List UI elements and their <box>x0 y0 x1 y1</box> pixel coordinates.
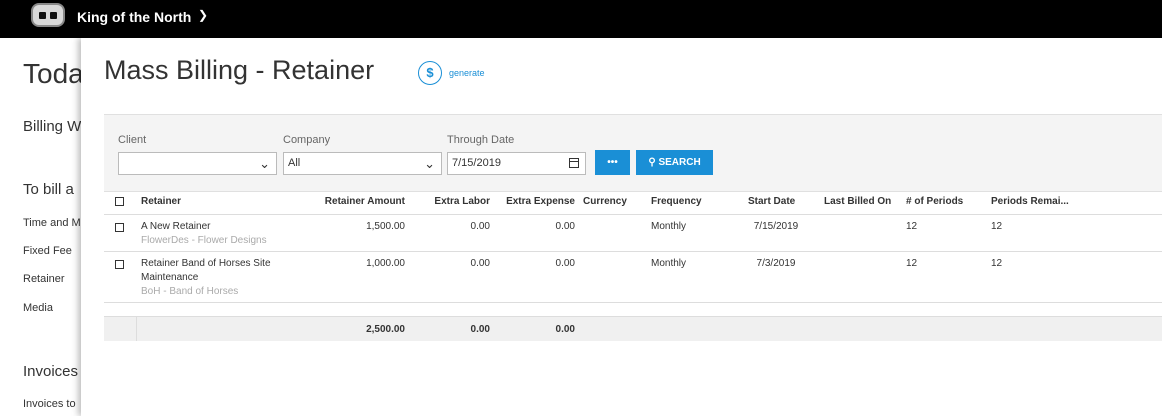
col-start-date[interactable]: Start Date <box>748 196 795 207</box>
col-retainer[interactable]: Retainer <box>141 196 181 207</box>
retainer-name[interactable]: A New Retainer <box>141 221 210 232</box>
filter-bar: Client ⌄ Company All ⌄ Through Date 7/15… <box>104 114 1162 192</box>
through-date-value: 7/15/2019 <box>452 157 501 169</box>
dollar-icon[interactable]: $ <box>418 61 442 85</box>
robot-logo-icon[interactable] <box>31 3 65 27</box>
periods-remaining: 12 <box>991 221 1003 232</box>
page-title: Mass Billing - Retainer <box>104 55 375 85</box>
company-select[interactable]: All ⌄ <box>283 152 442 175</box>
client-label: Client <box>118 134 147 146</box>
total-expense: 0.00 <box>555 324 575 335</box>
calendar-icon[interactable] <box>569 158 579 168</box>
periods: 12 <box>906 258 918 269</box>
search-label: SEARCH <box>658 157 701 168</box>
generate-link[interactable]: generate <box>449 68 485 78</box>
background-title: Toda <box>23 58 84 89</box>
col-extra-expense[interactable]: Extra Expense <box>495 196 575 207</box>
more-button[interactable]: ••• <box>595 150 630 175</box>
retainer-client: BoH - Band of Horses <box>141 286 239 297</box>
col-frequency[interactable]: Frequency <box>651 196 702 207</box>
chevron-down-icon[interactable]: ❯ <box>198 8 208 22</box>
company-label: Company <box>283 134 331 146</box>
total-labor: 0.00 <box>470 324 490 335</box>
col-periods[interactable]: # of Periods <box>906 196 963 207</box>
extra-labor: 0.00 <box>470 221 490 232</box>
invoices-to-link[interactable]: Invoices to <box>23 398 76 410</box>
link-media[interactable]: Media <box>23 302 53 314</box>
row-checkbox[interactable] <box>115 260 124 269</box>
totals-row: 2,500.00 0.00 0.00 <box>104 316 1162 341</box>
chevron-down-icon: ⌄ <box>424 156 435 171</box>
top-bar: King of the North ❯ <box>0 0 1162 38</box>
table-row[interactable]: Retainer Band of Horses Site Maintenance… <box>104 251 1162 303</box>
chevron-down-icon: ⌄ <box>259 156 270 171</box>
link-time-materials[interactable]: Time and M <box>23 217 81 229</box>
retainer-amount: 1,000.00 <box>366 258 405 269</box>
retainer-name-cont[interactable]: Maintenance <box>141 272 198 283</box>
col-currency[interactable]: Currency <box>583 196 627 207</box>
extra-expense: 0.00 <box>555 258 575 269</box>
billing-heading: Billing W <box>23 118 82 135</box>
search-button[interactable]: ⚲ SEARCH <box>636 150 713 175</box>
table-header: Retainer Retainer Amount Extra Labor Ext… <box>104 190 1162 215</box>
col-periods-remaining[interactable]: Periods Remai... <box>991 196 1069 207</box>
table-row[interactable]: A New Retainer FlowerDes - Flower Design… <box>104 214 1162 252</box>
periods: 12 <box>906 221 918 232</box>
start-date: 7/15/2019 <box>753 221 799 232</box>
col-retainer-amount[interactable]: Retainer Amount <box>274 196 405 207</box>
org-name[interactable]: King of the North <box>77 9 191 25</box>
link-fixed-fee[interactable]: Fixed Fee <box>23 245 72 257</box>
retainer-amount: 1,500.00 <box>366 221 405 232</box>
extra-expense: 0.00 <box>555 221 575 232</box>
retainer-name[interactable]: Retainer Band of Horses Site <box>141 258 271 269</box>
mass-billing-panel: Mass Billing - Retainer $ generate Clien… <box>81 38 1162 416</box>
col-extra-labor[interactable]: Extra Labor <box>410 196 490 207</box>
select-all-checkbox[interactable] <box>115 197 124 206</box>
extra-labor: 0.00 <box>470 258 490 269</box>
company-value: All <box>288 157 301 169</box>
client-select[interactable]: ⌄ <box>118 152 277 175</box>
link-retainer[interactable]: Retainer <box>23 273 65 285</box>
to-bill-heading: To bill a <box>23 181 74 198</box>
start-date: 7/3/2019 <box>756 258 796 269</box>
through-date-label: Through Date <box>447 134 515 146</box>
frequency: Monthly <box>651 221 687 232</box>
frequency: Monthly <box>651 258 687 269</box>
search-icon: ⚲ <box>648 157 656 168</box>
invoices-heading: Invoices <box>23 363 79 380</box>
row-checkbox[interactable] <box>115 223 124 232</box>
retainer-client: FlowerDes - Flower Designs <box>141 235 267 246</box>
total-amount: 2,500.00 <box>366 324 405 335</box>
periods-remaining: 12 <box>991 258 1003 269</box>
through-date-input[interactable]: 7/15/2019 <box>447 152 586 175</box>
col-last-billed[interactable]: Last Billed On <box>824 196 891 207</box>
